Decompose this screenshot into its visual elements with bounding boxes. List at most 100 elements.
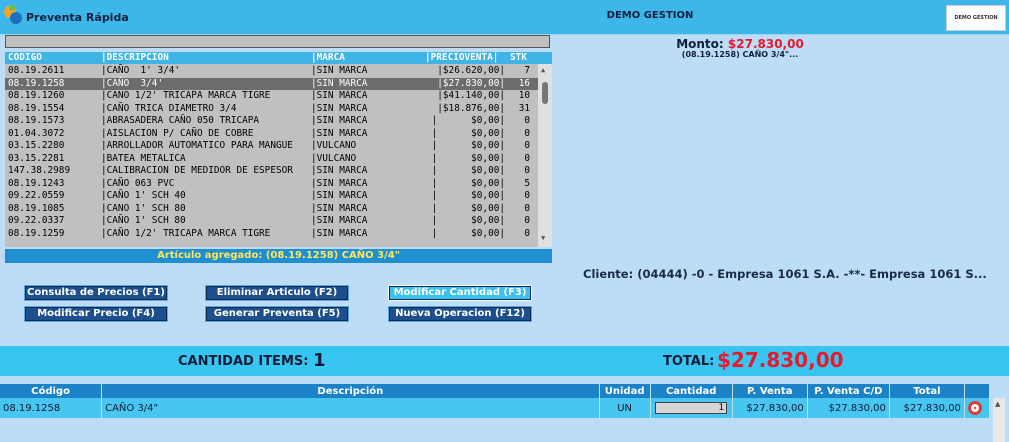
grid-row[interactable]: 08.19.1259 |CAÑO 1/2' TRICAPA MARCA TIGRE… [5,228,552,241]
grid-cell-precio: |$18.876,00| [437,102,505,114]
grid-row[interactable]: 08.19.2611 |CAÑO 1' 3/4' |SIN MARCA |$26.62… [5,65,552,78]
quantity-input[interactable] [655,402,728,414]
total-value: $27.830,00 [717,348,844,372]
grid-cell-codigo: 03.15.2281 [8,152,65,164]
grid-row[interactable]: 08.19.1260 |CANO 1/2' TRICAPA MARCA TIGRE… [5,90,552,103]
col-unidad[interactable]: Unidad [599,384,651,398]
grid-cell-descripcion: |CAÑO 1' 3/4' [101,65,181,76]
cantidad-items-value: 1 [313,350,326,371]
grid-cell-codigo: 08.19.2611 [8,65,65,76]
grid-cell-descripcion: |CAÑO 1' SCH 40 [101,190,186,201]
grid-cell-precio: |$41.140,00| [437,90,505,101]
col-pventa-cd[interactable]: P. Venta C/D [807,384,890,398]
item-descripcion: CAÑO 3/4" [101,398,600,418]
monto-item: (08.19.1258) CAÑO 3/4"... [681,50,799,59]
col-actions [964,384,991,398]
grid-row[interactable]: 03.15.2281 |BATEA METALICA |VULCANO | $0,00… [5,153,552,166]
monto-label: Monto: [676,37,724,51]
grid-row[interactable]: 08.19.1085 |CANO 1' SCH 80 |SIN MARCA | $0,… [5,203,552,216]
grid-cell-descripcion: |CALIBRACION DE MEDIDOR DE ESPESOR [101,165,293,176]
grid-cell-marca: |SIN MARCA [311,165,368,176]
generar-preventa-button[interactable]: Generar Preventa (F5) [205,306,349,322]
title-bar: Preventa Rápida DEMO GESTION DEMO GESTIO… [0,0,1009,35]
grid-cell-marca: |VULCANO [311,152,357,164]
table-scrollbar[interactable]: ▲ [993,398,1005,442]
grid-row[interactable]: 08.19.1554 |CAÑO TRICA DIAMETRO 3/4 |SIN M… [5,103,552,116]
grid-cell-descripcion: |BATEA METALICA [101,152,186,164]
grid-cell-codigo: 09.22.0337 [8,215,65,226]
col-header-precioventa[interactable]: |PRECIOVENTA| [425,52,498,64]
grid-cell-stk: 0 [524,115,530,126]
grid-cell-stk: 0 [524,202,530,214]
grid-row[interactable]: 09.22.0337 |CAÑO 1' SCH 80 |SIN MARCA | $0,… [5,215,552,228]
scroll-up-icon[interactable]: ▲ [541,66,545,74]
search-input[interactable] [5,35,550,48]
col-codigo[interactable]: Código [0,384,103,398]
grid-header: CODIGO |DESCRIPCION |MARCA |PRECIOVENTA|… [5,52,552,64]
grid-cell-codigo: 08.19.1258 [8,77,65,89]
modificar-cantidad-button[interactable]: Modificar Cantidad (F3) [388,285,532,301]
total-label: TOTAL: [663,354,715,369]
item-actions [964,398,991,418]
grid-cell-codigo: 08.19.1260 [8,90,65,101]
col-cantidad[interactable]: Cantidad [650,384,733,398]
grid-row[interactable]: 08.19.1243 |CAÑO 063 PVC |SIN MARCA | $0,00… [5,178,552,191]
col-header-descripcion[interactable]: |DESCRIPCION [101,52,169,64]
nueva-operacion-button[interactable]: Nueva Operacion (F12) [388,306,532,322]
item-pventa: $27.830,00 [732,398,808,418]
grid-cell-precio: | $0,00| [431,177,505,189]
item-codigo: 08.19.1258 [0,398,103,418]
col-header-codigo[interactable]: CODIGO [8,52,42,64]
product-grid[interactable]: CODIGO |DESCRIPCION |MARCA |PRECIOVENTA|… [5,52,552,247]
grid-cell-descripcion: |ABRASADERA CAÑO 050 TRICAPA [101,115,260,126]
grid-cell-precio: | $0,00| [431,115,505,126]
scroll-down-icon[interactable]: ▼ [541,234,545,242]
grid-row[interactable]: 03.15.2280 |ARROLLADOR AUTOMATICO PARA MA… [5,140,552,153]
scroll-up-icon[interactable]: ▲ [995,400,1000,408]
grid-row[interactable]: 08.19.1258 |CAÑO 3/4' |SIN MARCA |$27.830,0… [5,77,552,90]
col-total[interactable]: Total [889,384,965,398]
item-unidad: UN [599,398,651,418]
grid-row[interactable]: 147.38.2989 |CALIBRACION DE MEDIDOR DE ES… [5,165,552,178]
status-message: Artículo agregado: (08.19.1258) CAÑO 3/4… [5,249,552,263]
grid-cell-codigo: 08.19.1243 [8,177,65,189]
delete-item-icon[interactable] [967,401,982,415]
grid-cell-codigo: 01.04.3072 [8,127,65,139]
scroll-thumb[interactable] [542,82,548,104]
grid-cell-precio: | $0,00| [431,152,505,164]
modificar-precio-button[interactable]: Modificar Precio (F4) [24,306,168,322]
item-cantidad-cell [650,398,733,418]
grid-cell-descripcion: |CAÑO 1' SCH 80 [101,215,186,226]
col-descripcion[interactable]: Descripción [101,384,600,398]
totals-band: CANTIDAD ITEMS: 1 TOTAL: $27.830,00 [0,346,1009,376]
grid-row[interactable]: 01.04.3072 |AISLACION P/ CAÑO DE COBRE |SI… [5,128,552,141]
grid-row[interactable]: 09.22.0559 |CAÑO 1' SCH 40 |SIN MARCA | $0,… [5,190,552,203]
grid-cell-precio: | $0,00| [431,202,505,214]
monto-summary: Monto: $27.830,00 [560,37,920,51]
item-pventa-cd: $27.830,00 [807,398,890,418]
grid-cell-marca: |SIN MARCA [311,65,368,76]
grid-cell-descripcion: |CANO 1/2' TRICAPA MARCA TIGRE [101,90,271,101]
consulta-precios-button[interactable]: Consulta de Precios (F1) [24,285,168,301]
grid-cell-descripcion: |AISLACION P/ CAÑO DE COBRE [101,127,254,139]
col-pventa[interactable]: P. Venta [732,384,808,398]
grid-cell-codigo: 147.38.2989 [8,165,71,176]
grid-cell-marca: |SIN MARCA [311,177,368,189]
grid-cell-codigo: 09.22.0559 [8,190,65,201]
grid-cell-stk: 31 [518,102,530,114]
grid-cell-marca: |SIN MARCA [311,227,368,239]
grid-scrollbar[interactable]: ▲ ▼ [538,64,552,247]
grid-cell-precio: | $0,00| [431,190,505,201]
eliminar-articulo-button[interactable]: Eliminar Articulo (F2) [205,285,349,301]
col-header-marca[interactable]: |MARCA [311,52,345,64]
grid-row[interactable]: 08.19.1573 |ABRASADERA CAÑO 050 TRICAPA |S… [5,115,552,128]
cantidad-items-label: CANTIDAD ITEMS: [178,354,309,369]
grid-cell-codigo: 08.19.1259 [8,227,65,239]
app-title: Preventa Rápida [26,11,129,24]
grid-cell-marca: |SIN MARCA [311,127,368,139]
cliente-info: Cliente: (04444) -0 - Empresa 1061 S.A. … [583,267,987,281]
grid-cell-marca: |SIN MARCA [311,102,368,114]
grid-cell-stk: 0 [524,152,530,164]
col-header-stk[interactable]: STK [510,52,527,64]
table-row[interactable]: 08.19.1258 CAÑO 3/4" UN $27.830,00 $27.8… [0,398,991,418]
